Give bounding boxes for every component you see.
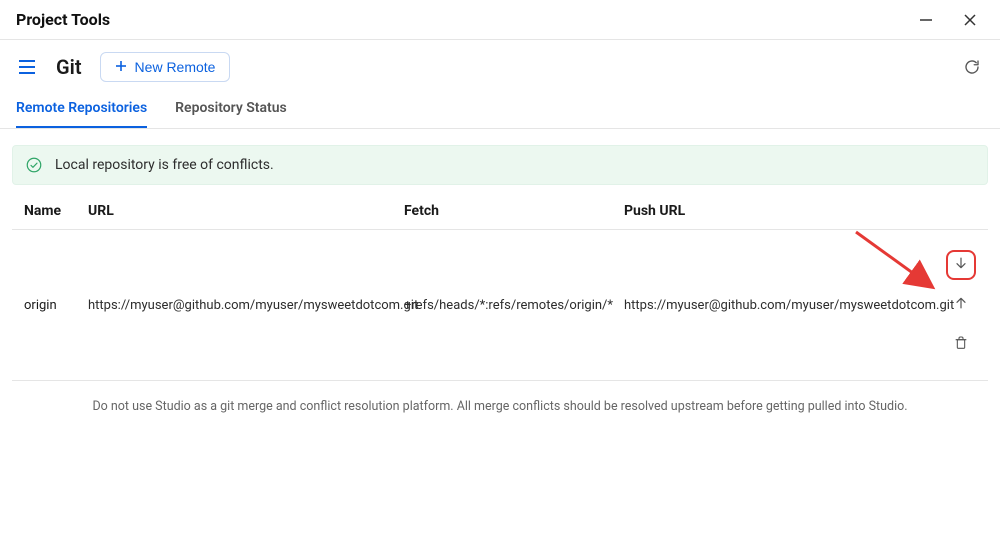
column-header-push-url: Push URL	[624, 203, 904, 219]
refresh-button[interactable]	[960, 55, 984, 79]
remote-push-url: https://myuser@github.com/myuser/mysweet…	[624, 298, 904, 313]
tab-remote-repositories[interactable]: Remote Repositories	[16, 92, 147, 128]
new-remote-button[interactable]: New Remote	[100, 52, 231, 82]
menu-icon[interactable]	[16, 56, 38, 78]
delete-button[interactable]	[946, 330, 976, 360]
plus-icon	[115, 59, 127, 75]
trash-icon	[953, 335, 969, 355]
status-banner: Local repository is free of conflicts.	[12, 145, 988, 185]
remote-fetch: +refs/heads/*:refs/remotes/origin/*	[404, 298, 624, 313]
push-button[interactable]	[946, 290, 976, 320]
column-header-url: URL	[88, 203, 404, 219]
check-circle-icon	[25, 156, 43, 174]
footer-note: Do not use Studio as a git merge and con…	[0, 381, 1000, 432]
table-row: origin https://myuser@github.com/myuser/…	[12, 230, 988, 381]
column-header-fetch: Fetch	[404, 203, 624, 219]
arrow-up-icon	[953, 295, 969, 315]
remote-url: https://myuser@github.com/myuser/mysweet…	[88, 298, 404, 313]
tab-repository-status[interactable]: Repository Status	[175, 92, 287, 128]
window-close-button[interactable]	[956, 6, 984, 34]
column-header-name: Name	[24, 203, 88, 219]
page-title: Git	[56, 55, 82, 79]
status-message: Local repository is free of conflicts.	[55, 157, 274, 173]
arrow-down-icon	[953, 255, 969, 275]
window-minimize-button[interactable]	[912, 6, 940, 34]
window-title: Project Tools	[16, 10, 110, 29]
new-remote-label: New Remote	[135, 59, 216, 75]
remote-name: origin	[24, 298, 88, 313]
pull-button[interactable]	[946, 250, 976, 280]
